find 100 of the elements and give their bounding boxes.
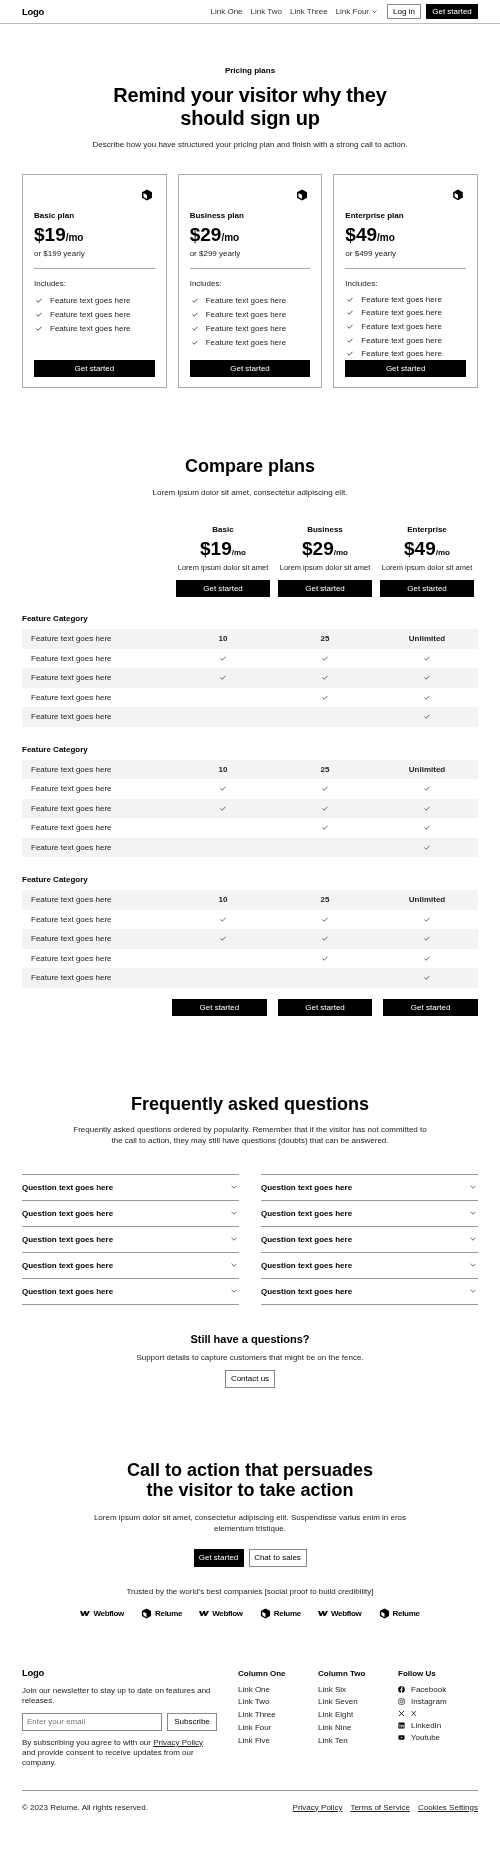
feature-text: Feature text goes here bbox=[361, 294, 442, 304]
feature-label: Feature text goes here bbox=[30, 764, 113, 774]
plan-price: $49 bbox=[404, 538, 436, 560]
question-text: Question text goes here bbox=[22, 1234, 114, 1244]
feature-text: Feature text goes here bbox=[205, 309, 287, 319]
plan-price: $29 bbox=[189, 224, 222, 246]
get-started-button[interactable]: Get started bbox=[380, 580, 474, 597]
privacy-policy-link[interactable]: Privacy Policy bbox=[153, 1737, 203, 1747]
get-started-button[interactable]: Get started bbox=[383, 998, 478, 1016]
feature-label: Feature text goes here bbox=[30, 692, 113, 702]
question-text: Question text goes here bbox=[22, 1260, 114, 1270]
includes-label: Includes: bbox=[189, 279, 223, 288]
subscribe-button[interactable]: Subscribe bbox=[167, 1712, 217, 1731]
question-text: Question text goes here bbox=[22, 1286, 114, 1296]
social-link[interactable]: Instagram bbox=[411, 1697, 447, 1706]
get-started-button[interactable]: Get started bbox=[345, 360, 466, 377]
faq-item[interactable]: Question text goes here bbox=[22, 1200, 239, 1227]
footer-link[interactable]: Link Ten bbox=[318, 1735, 398, 1749]
footer-link[interactable]: Link Three bbox=[238, 1710, 318, 1723]
question-text: Question text goes here bbox=[22, 1208, 114, 1218]
chevron-down-icon bbox=[231, 1211, 237, 1215]
cube-icon bbox=[259, 1607, 271, 1619]
social-link[interactable]: Youtube bbox=[411, 1733, 441, 1742]
table-cell-text: 25 bbox=[319, 634, 331, 644]
email-field[interactable]: Enter your email bbox=[22, 1712, 162, 1731]
nav-link[interactable]: Link Three bbox=[290, 7, 328, 16]
faq-item[interactable]: Question text goes here bbox=[22, 1278, 239, 1305]
footer-link[interactable]: Link One bbox=[238, 1684, 318, 1698]
footer-link[interactable]: Link Eight bbox=[318, 1710, 398, 1723]
table-cell-text: 10 bbox=[217, 764, 229, 774]
get-started-button[interactable]: Get started bbox=[172, 998, 267, 1016]
nav-link[interactable]: Link One bbox=[210, 7, 243, 16]
feature-text: Feature text goes here bbox=[50, 309, 131, 319]
legal-link[interactable]: Terms of Service bbox=[350, 1802, 410, 1812]
get-started-button[interactable]: Get started bbox=[277, 998, 373, 1016]
cta-description: Lorem ipsum dolor sit amet, consectetur adipiscing elit. Suspendisse varius enim in eros elementum tristique. bbox=[92, 1511, 408, 1534]
get-started-button[interactable]: Get started bbox=[189, 360, 311, 377]
faq-item[interactable]: Question text goes here bbox=[261, 1226, 478, 1253]
footer-link[interactable]: Link Five bbox=[238, 1735, 318, 1749]
feature-text: Feature text goes here bbox=[361, 308, 442, 318]
chevron-down-icon bbox=[470, 1263, 476, 1267]
feature-label: Feature text goes here bbox=[30, 953, 113, 963]
yearly-price: or $499 yearly bbox=[345, 248, 398, 258]
includes-label: Includes: bbox=[345, 278, 379, 288]
social-link[interactable]: X bbox=[411, 1709, 417, 1718]
get-started-button[interactable]: Get started bbox=[426, 4, 478, 19]
check-icon bbox=[191, 297, 198, 303]
get-started-button[interactable]: Get started bbox=[34, 360, 155, 377]
category-title: Feature Category bbox=[22, 875, 89, 884]
social-link[interactable]: Facebook bbox=[411, 1685, 447, 1694]
column-title: Follow Us bbox=[398, 1668, 437, 1678]
feature-text: Feature text goes here bbox=[50, 323, 131, 333]
cube-icon bbox=[141, 1607, 152, 1619]
faq-item[interactable]: Question text goes here bbox=[261, 1278, 478, 1305]
cube-icon bbox=[140, 189, 153, 201]
table-cell-text: 25 bbox=[319, 764, 331, 774]
legal-link[interactable]: Privacy Policy bbox=[292, 1802, 343, 1812]
faq-item[interactable]: Question text goes here bbox=[261, 1200, 478, 1227]
footer-link[interactable]: Link Seven bbox=[318, 1697, 398, 1711]
logo[interactable]: Logo bbox=[22, 6, 44, 17]
faq-item[interactable]: Question text goes here bbox=[22, 1252, 239, 1279]
column-title: Column One bbox=[238, 1668, 287, 1678]
footer-link[interactable]: Link Six bbox=[318, 1684, 398, 1698]
login-button[interactable]: Log in bbox=[387, 4, 421, 19]
category-title: Feature Category bbox=[22, 614, 89, 623]
faq-item[interactable]: Question text goes here bbox=[22, 1174, 239, 1201]
price-period: /mo bbox=[333, 548, 348, 557]
get-started-button[interactable]: Get started bbox=[278, 580, 372, 597]
check-icon bbox=[347, 310, 354, 316]
footer-link[interactable]: Link Nine bbox=[318, 1722, 398, 1736]
chevron-down-icon bbox=[470, 1185, 476, 1189]
faq-item[interactable]: Question text goes here bbox=[261, 1174, 478, 1201]
chat-button[interactable]: Chat to sales bbox=[248, 1548, 307, 1567]
check-icon bbox=[36, 311, 42, 317]
feature-text: Feature text goes here bbox=[205, 323, 287, 333]
check-icon bbox=[36, 325, 42, 331]
hero-title: Remind your visitor why they should sign up bbox=[112, 84, 388, 130]
check-icon bbox=[36, 297, 42, 303]
footer-link[interactable]: Link Two bbox=[238, 1697, 318, 1711]
section-title: Frequently asked questions bbox=[129, 1093, 371, 1115]
cube-icon bbox=[378, 1607, 390, 1619]
social-link[interactable]: LinkedIn bbox=[411, 1721, 442, 1730]
feature-text: Feature text goes here bbox=[50, 295, 131, 305]
chevron-down-icon bbox=[372, 10, 377, 13]
logo[interactable]: Logo bbox=[22, 1666, 222, 1678]
get-started-button[interactable]: Get started bbox=[176, 580, 270, 597]
get-started-button[interactable]: Get started bbox=[193, 1548, 244, 1567]
feature-label: Feature text goes here bbox=[30, 934, 113, 944]
plan-price: $49 bbox=[345, 223, 378, 246]
question-text: Question text goes here bbox=[261, 1182, 353, 1192]
price-period: /mo bbox=[221, 232, 240, 243]
plan-price: $19 bbox=[34, 224, 66, 246]
nav-link[interactable]: Link Four bbox=[335, 7, 377, 16]
footer-link[interactable]: Link Four bbox=[238, 1722, 318, 1736]
faq-item[interactable]: Question text goes here bbox=[22, 1226, 239, 1253]
nav-link[interactable]: Link Two bbox=[250, 7, 282, 16]
table-cell-text: 10 bbox=[217, 895, 229, 905]
contact-button[interactable]: Contact us bbox=[225, 1369, 275, 1388]
faq-item[interactable]: Question text goes here bbox=[261, 1252, 478, 1279]
legal-link[interactable]: Cookies Settings bbox=[417, 1802, 478, 1812]
